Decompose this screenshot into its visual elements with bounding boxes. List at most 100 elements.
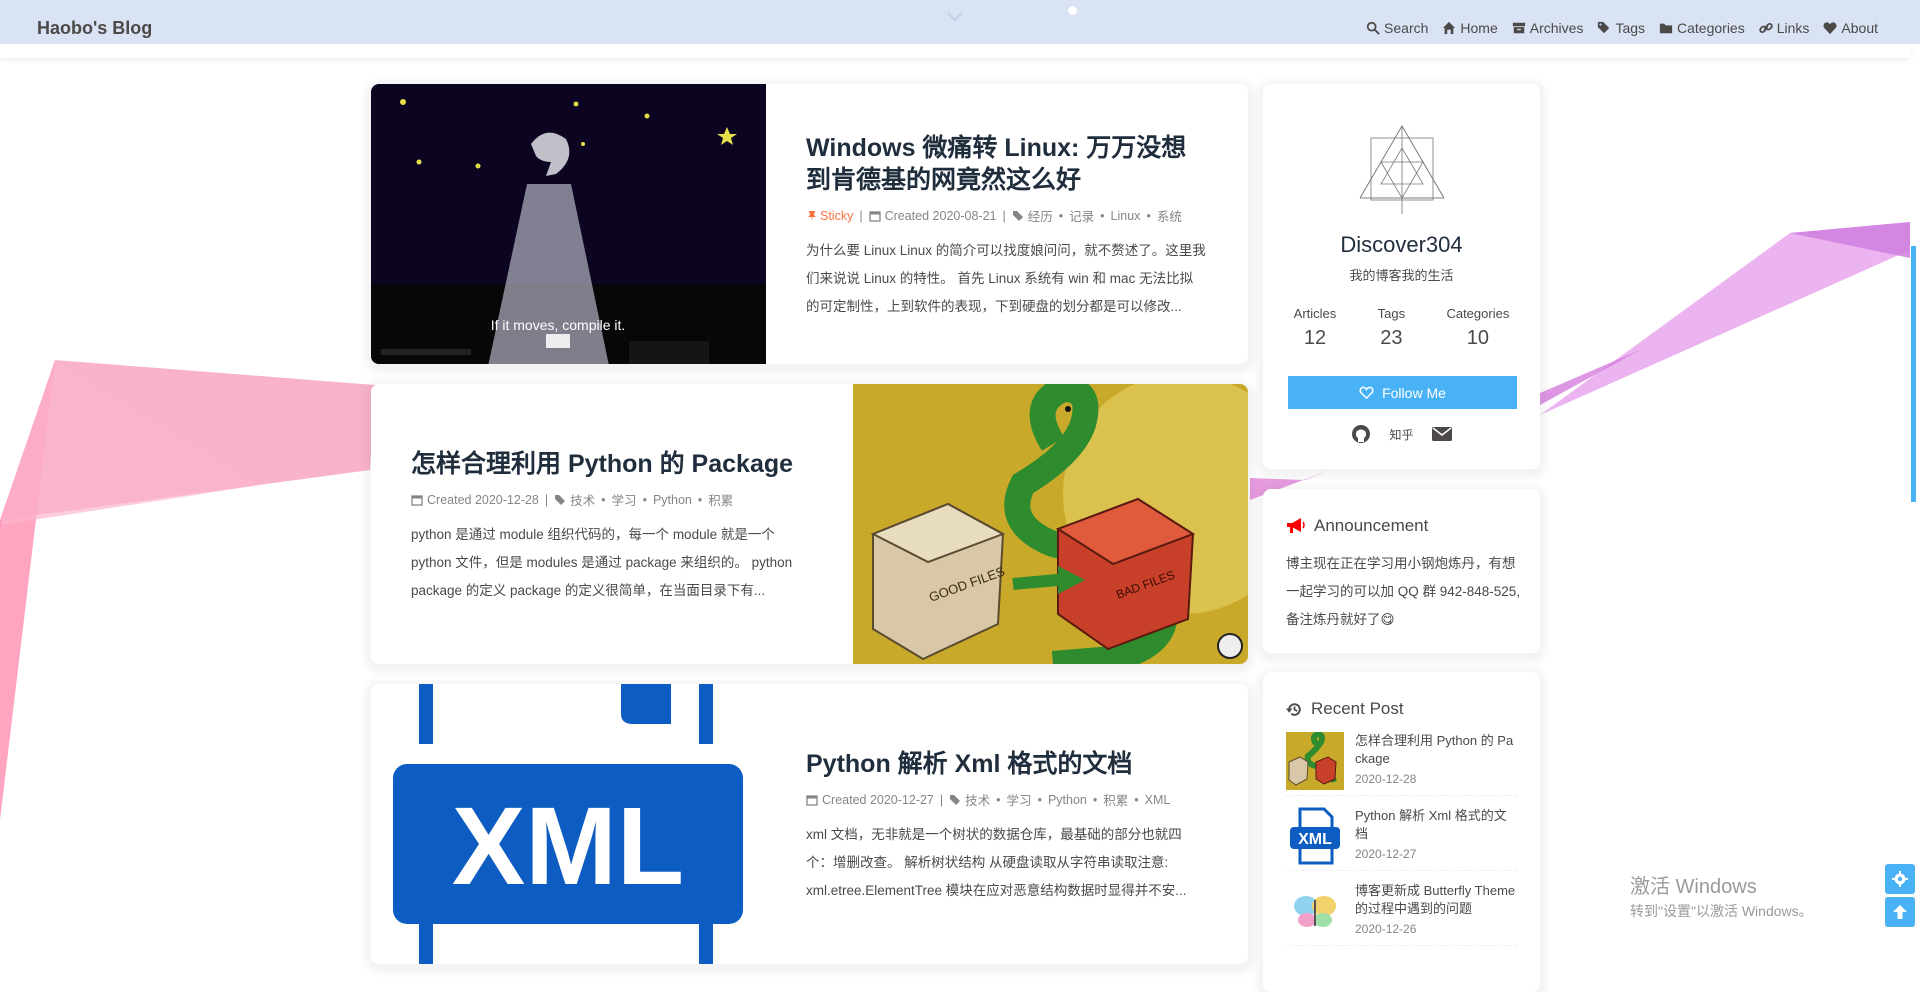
nav-about-label: About — [1841, 20, 1878, 36]
nav-menu: Search Home Archives Tags Categories Lin… — [1366, 20, 1878, 36]
post-tag[interactable]: Python — [653, 493, 692, 507]
recent-post-title[interactable]: 怎样合理利用 Python 的 Package — [1355, 732, 1517, 768]
post-excerpt: python 是通过 module 组织代码的，每一个 module 就是一个 … — [411, 527, 793, 598]
watermark-subtitle: 转到"设置"以激活 Windows。 — [1630, 903, 1813, 919]
github-icon[interactable] — [1351, 424, 1371, 444]
archive-icon — [1512, 22, 1525, 34]
calendar-icon — [868, 210, 881, 222]
stat-articles[interactable]: Articles 12 — [1294, 306, 1337, 350]
stat-label: Categories — [1446, 306, 1510, 321]
post-title[interactable]: 怎样合理利用 Python 的 Package — [411, 448, 811, 480]
post-created: Created 2020-08-21 — [884, 208, 997, 223]
nav-home[interactable]: Home — [1442, 20, 1498, 36]
calendar-icon — [806, 794, 818, 806]
history-icon — [1286, 702, 1301, 716]
settings-button[interactable] — [1885, 864, 1915, 894]
recent-thumb-butterfly[interactable] — [1286, 882, 1344, 940]
recent-thumb-xml[interactable]: XML — [1286, 807, 1344, 865]
post-tag[interactable]: 系统 — [1157, 206, 1182, 225]
avatar[interactable] — [1351, 118, 1453, 220]
post-card[interactable]: If it moves, compile it. Windows 微痛转 Lin… — [371, 84, 1248, 364]
stat-value: 23 — [1380, 327, 1403, 349]
nav-search[interactable]: Search — [1366, 20, 1428, 36]
sticky-badge: Sticky — [806, 209, 853, 223]
post-tag[interactable]: XML — [1145, 793, 1171, 807]
navbar-divider — [0, 44, 1910, 58]
post-tag[interactable]: Linux — [1111, 209, 1141, 223]
post-title[interactable]: Python 解析 Xml 格式的文档 — [806, 748, 1206, 780]
tags-icon — [1012, 210, 1023, 221]
post-info: Windows 微痛转 Linux: 万万没想到肯德基的网竟然这么好 Stick… — [806, 84, 1206, 364]
recent-post-title[interactable]: 博客更新成 Butterfly Theme 的过程中遇到的问题 — [1355, 882, 1517, 918]
stat-categories[interactable]: Categories 10 — [1446, 306, 1509, 350]
recent-post-date: 2020-12-26 — [1355, 922, 1417, 936]
post-cover-linux[interactable]: If it moves, compile it. — [371, 84, 766, 364]
thumbtack-icon — [808, 210, 816, 221]
nav-about[interactable]: About — [1823, 20, 1878, 36]
windows-activation-watermark: 激活 Windows 转到"设置"以激活 Windows。 — [1630, 870, 1813, 921]
nav-tags-label: Tags — [1615, 20, 1646, 36]
recent-thumb-python-package[interactable] — [1286, 732, 1344, 790]
author-description: 我的博客我的生活 — [1349, 268, 1454, 283]
stat-value: 10 — [1466, 327, 1490, 349]
author-card: Discover304 我的博客我的生活 Articles 12 Tags 23… — [1263, 84, 1540, 469]
folder-icon — [1659, 23, 1673, 34]
post-excerpt: xml 文档，无非就是一个树状的数据仓库，最基础的部分也就四个：增删改查。 解析… — [806, 827, 1187, 898]
post-title[interactable]: Windows 微痛转 Linux: 万万没想到肯德基的网竟然这么好 — [806, 132, 1206, 196]
back-to-top-button[interactable] — [1885, 897, 1915, 927]
zhihu-link[interactable]: 知乎 — [1389, 426, 1413, 443]
post-tag[interactable]: 经历 — [1028, 206, 1053, 225]
recent-posts-title: Recent Post — [1286, 699, 1404, 719]
recent-post-item[interactable]: 怎样合理利用 Python 的 Package 2020-12-28 — [1286, 732, 1517, 796]
follow-me-button[interactable]: Follow Me — [1288, 376, 1517, 409]
post-info: Python 解析 Xml 格式的文档 Created 2020-12-27 |… — [806, 684, 1206, 964]
post-tag[interactable]: 技术 — [965, 790, 990, 809]
nav-tags[interactable]: Tags — [1597, 20, 1645, 36]
heart-outline-icon — [1359, 386, 1374, 400]
announcement-text: 博主现在正在学习用小钢炮炼丹，有想一起学习的可以加 QQ 群 942-848-5… — [1286, 556, 1521, 627]
post-created: Created 2020-12-28 — [427, 492, 539, 507]
recent-posts-list: 怎样合理利用 Python 的 Package 2020-12-28 XML P… — [1286, 732, 1517, 957]
post-tag[interactable]: Python — [1048, 793, 1087, 807]
announcement-title-text: Announcement — [1314, 516, 1429, 535]
nav-links[interactable]: Links — [1758, 20, 1809, 36]
recent-post-item[interactable]: 博客更新成 Butterfly Theme 的过程中遇到的问题 2020-12-… — [1286, 882, 1517, 946]
post-tag[interactable]: 技术 — [570, 490, 595, 509]
stat-label: Articles — [1293, 306, 1337, 321]
chevron-down-icon[interactable] — [947, 12, 963, 22]
arrow-up-icon — [1893, 905, 1907, 919]
social-links: 知乎 — [1263, 424, 1540, 444]
post-tag[interactable]: 记录 — [1069, 206, 1094, 225]
recent-post-date: 2020-12-27 — [1355, 847, 1417, 861]
site-brand[interactable]: Haobo's Blog — [37, 18, 152, 39]
tags-icon — [555, 494, 566, 505]
stat-tags[interactable]: Tags 23 — [1378, 306, 1405, 350]
post-card[interactable]: XML Python 解析 Xml 格式的文档 Created 2020-12-… — [371, 684, 1248, 964]
post-card[interactable]: 怎样合理利用 Python 的 Package Created 2020-12-… — [371, 384, 1248, 664]
xml-cover-text: XML — [452, 785, 684, 908]
top-navbar: Haobo's Blog Search Home Archives Tags C… — [0, 0, 1920, 44]
nav-archives-label: Archives — [1529, 20, 1584, 36]
post-cover-python-package[interactable]: GOOD FILES BAD FILES — [853, 384, 1248, 664]
nav-categories[interactable]: Categories — [1659, 20, 1745, 36]
post-tag[interactable]: 积累 — [1103, 790, 1128, 809]
post-cover-xml[interactable]: XML — [371, 684, 766, 964]
scroll-progress-bar[interactable] — [1911, 246, 1916, 502]
nav-archives[interactable]: Archives — [1512, 20, 1584, 36]
post-tag[interactable]: 学习 — [612, 490, 637, 509]
author-name: Discover304 — [1340, 232, 1463, 257]
post-created: Created 2020-12-27 — [822, 792, 934, 807]
nav-home-label: Home — [1460, 20, 1498, 36]
post-tag[interactable]: 积累 — [708, 490, 733, 509]
author-stats: Articles 12 Tags 23 Categories 10 — [1273, 306, 1530, 350]
search-icon — [1366, 21, 1380, 35]
nav-categories-label: Categories — [1677, 20, 1745, 36]
envelope-icon[interactable] — [1431, 424, 1452, 444]
sticky-label: Sticky — [820, 208, 854, 223]
post-excerpt: 为什么要 Linux Linux 的简介可以找度娘问问，就不赘述了。这里我们来说… — [806, 243, 1206, 314]
post-tag[interactable]: 学习 — [1007, 790, 1032, 809]
recent-posts-card: Recent Post 怎样合理利用 Python 的 Package 2020… — [1263, 672, 1540, 992]
recent-post-title[interactable]: Python 解析 Xml 格式的文档 — [1355, 807, 1517, 843]
nav-search-label: Search — [1384, 20, 1429, 36]
recent-post-item[interactable]: XML Python 解析 Xml 格式的文档 2020-12-27 — [1286, 807, 1517, 871]
